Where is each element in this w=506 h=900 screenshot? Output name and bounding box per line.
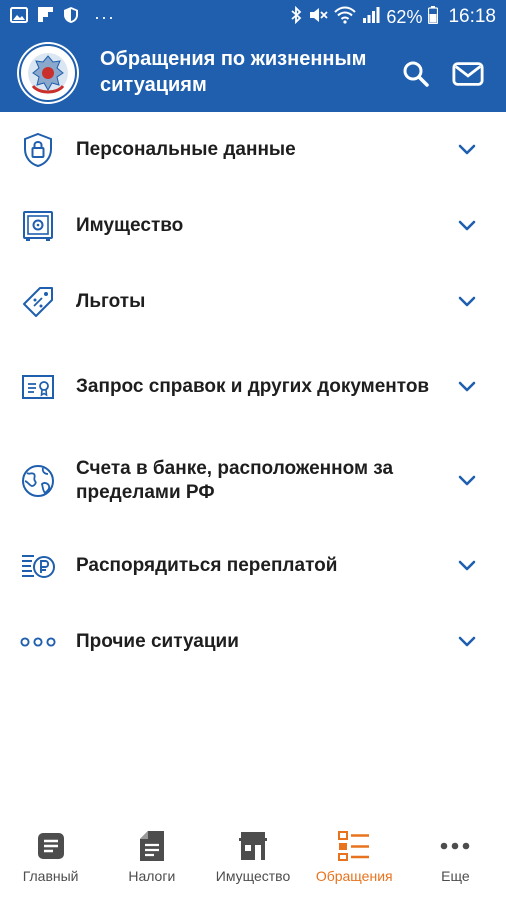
list-item-certificates[interactable]: Запрос справок и других документов — [0, 340, 506, 434]
list-item-label: Персональные данные — [76, 139, 296, 160]
gallery-icon — [10, 6, 28, 28]
nav-label: Еще — [441, 868, 470, 884]
nav-item-requests[interactable]: Обращения — [304, 818, 405, 900]
nav-label: Имущество — [215, 868, 291, 884]
list-item-label: Запрос справок и других документов — [76, 376, 430, 397]
chevron-down-icon[interactable] — [456, 376, 478, 398]
page-title: Обращения по жизненным ситуациям — [100, 48, 367, 96]
ruble-coins-icon — [20, 548, 56, 584]
status-bar: ··· 62% 16:18 — [0, 0, 506, 34]
chevron-down-icon[interactable] — [456, 631, 478, 653]
nav-item-taxes[interactable]: Налоги — [101, 818, 202, 900]
certificate-icon — [20, 369, 56, 405]
nav-item-more[interactable]: Еще — [405, 818, 506, 900]
discount-tag-icon — [20, 284, 56, 320]
list-item-overpayment[interactable]: Распорядиться переплатой — [0, 528, 506, 604]
bottom-nav: Главный Налоги Имущество Обращения Еще — [0, 818, 506, 900]
app-bar: Обращения по жизненным ситуациям — [0, 34, 506, 112]
list-item-benefits[interactable]: Льготы — [0, 264, 506, 340]
chevron-down-icon[interactable] — [456, 555, 478, 577]
list-item-label: Имущество — [76, 215, 184, 236]
list-item-personal-data[interactable]: Персональные данные — [0, 112, 506, 188]
shield-lock-icon — [20, 132, 56, 168]
battery-level: 62% — [386, 6, 423, 27]
three-dots-icon — [20, 624, 56, 660]
list-item-property[interactable]: Имущество — [0, 188, 506, 264]
list-icon — [338, 830, 370, 862]
chevron-down-icon[interactable] — [456, 215, 478, 237]
chevron-down-icon[interactable] — [456, 291, 478, 313]
signal-icon — [362, 6, 380, 28]
list-item-foreign-bank[interactable]: Счета в банке, расположенном за пределам… — [0, 434, 506, 528]
nav-item-property[interactable]: Имущество — [202, 818, 303, 900]
battery-icon — [428, 5, 439, 29]
more-icon — [439, 830, 471, 862]
nav-label: Главный — [22, 868, 79, 884]
chevron-down-icon[interactable] — [456, 139, 478, 161]
nav-label: Налоги — [128, 868, 176, 884]
search-icon[interactable] — [400, 58, 432, 90]
list-item-other[interactable]: Прочие ситуации — [0, 604, 506, 680]
list-item-label: Льготы — [76, 291, 146, 312]
safe-icon — [20, 208, 56, 244]
building-icon — [237, 830, 269, 862]
fns-logo-icon — [17, 42, 79, 104]
list-item-label: Распорядиться переплатой — [76, 555, 338, 576]
list-item-label: Прочие ситуации — [76, 631, 239, 652]
globe-icon — [20, 463, 56, 499]
flipboard-icon — [37, 6, 54, 28]
wifi-icon — [334, 6, 357, 29]
document-icon — [35, 830, 67, 862]
clock: 16:18 — [448, 6, 496, 27]
receipt-icon — [136, 830, 168, 862]
chevron-down-icon[interactable] — [456, 470, 478, 492]
shield-icon — [63, 6, 79, 29]
nav-label: Обращения — [315, 868, 393, 884]
nav-item-home[interactable]: Главный — [0, 818, 101, 900]
more-notifications-icon: ··· — [94, 7, 115, 27]
list-item-label: Счета в банке, расположенном за пределам… — [76, 458, 394, 503]
mail-icon[interactable] — [452, 58, 484, 90]
bluetooth-icon — [290, 5, 302, 29]
mute-icon — [308, 6, 329, 29]
